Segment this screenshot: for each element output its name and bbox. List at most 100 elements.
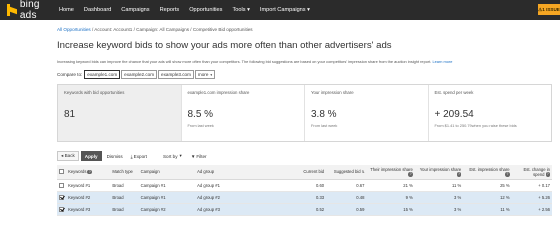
table-row[interactable]: Keyword #1 Broad Campaign #1 Ad group #1… bbox=[57, 179, 552, 192]
cell-current-bid: 0.60 bbox=[295, 179, 327, 192]
metric-keywords-opportunities[interactable]: Keywords with bid opportunities 81 bbox=[58, 85, 181, 141]
compare-more-dropdown[interactable]: more ▾ bbox=[194, 70, 216, 79]
row-checkbox[interactable] bbox=[59, 182, 64, 188]
cell-ad-group[interactable]: Ad group #3 bbox=[195, 203, 296, 216]
row-checkbox[interactable] bbox=[59, 206, 64, 212]
cell-keyword[interactable]: Keyword #3 bbox=[66, 203, 111, 216]
cell-current-bid: 0.33 bbox=[295, 191, 327, 204]
nav-opportunities[interactable]: Opportunities bbox=[189, 7, 222, 13]
row-select-cell[interactable] bbox=[57, 191, 67, 204]
col-ad-group[interactable]: Ad group bbox=[195, 165, 296, 180]
table-row[interactable]: Keyword #3 Broad Campaign #2 Ad group #3… bbox=[57, 203, 552, 216]
compare-example1[interactable]: example1.com bbox=[84, 70, 121, 79]
col-your-impression-share[interactable]: Your impression share? bbox=[414, 165, 464, 180]
col-ad-group-label: Ad group bbox=[197, 169, 215, 175]
cell-suggested-bid[interactable]: 0.67 bbox=[326, 179, 367, 192]
nav-campaigns[interactable]: Campaigns bbox=[121, 7, 149, 13]
table-header-row: Keywords? Match type Campaign Ad group C… bbox=[57, 165, 552, 180]
cell-ad-group[interactable]: Ad group #1 bbox=[195, 179, 296, 192]
cell-keyword[interactable]: Keyword #2 bbox=[66, 191, 111, 204]
help-icon[interactable]: ? bbox=[456, 172, 462, 177]
metric-label: Est. spend per week bbox=[434, 90, 474, 95]
compare-example2[interactable]: example2.com bbox=[121, 70, 158, 79]
sort-by-dropdown[interactable]: Sort by ▾ bbox=[160, 151, 186, 161]
dismiss-button[interactable]: Dismiss bbox=[104, 151, 126, 161]
col-est-change-spend[interactable]: Est. change in spend? bbox=[511, 165, 552, 180]
nav-import-campaigns[interactable]: Import Campaigns ▾ bbox=[260, 7, 310, 13]
cell-suggested-bid[interactable]: 0.59 bbox=[326, 203, 367, 216]
breadcrumb: All Opportunities / Account: Account1 / … bbox=[57, 27, 253, 32]
select-all-checkbox[interactable] bbox=[59, 169, 64, 175]
col-campaign-label: Campaign bbox=[140, 169, 160, 175]
compare-example3[interactable]: example3.com bbox=[158, 70, 194, 79]
col-est-impression-share[interactable]: Est. impression share? bbox=[463, 165, 512, 180]
back-button[interactable]: ◂ Back bbox=[57, 151, 79, 161]
help-icon[interactable]: ? bbox=[505, 172, 510, 177]
cell-campaign[interactable]: Campaign #2 bbox=[138, 203, 196, 216]
col-est-is-label: Est. impression share bbox=[469, 166, 510, 172]
cell-est-change: + 0.17 bbox=[511, 179, 552, 192]
metric-competitor-impression-share[interactable]: example1.com impression share 8.5 % From… bbox=[180, 85, 305, 141]
breadcrumb-all-opportunities[interactable]: All Opportunities bbox=[57, 27, 91, 32]
metric-your-impression-share[interactable]: Your impression share 3.8 % From last we… bbox=[304, 85, 428, 141]
metric-sub: From last week bbox=[187, 123, 214, 128]
row-select-cell[interactable] bbox=[57, 179, 67, 192]
cell-campaign[interactable]: Campaign #1 bbox=[138, 179, 196, 192]
nav-tools[interactable]: Tools ▾ bbox=[232, 7, 249, 13]
metric-label: Keywords with bid opportunities bbox=[64, 90, 125, 95]
nav-dashboard[interactable]: Dashboard bbox=[84, 7, 111, 13]
help-icon[interactable]: ? bbox=[87, 169, 92, 175]
alert-badge[interactable]: ⚠1 ISSUE bbox=[538, 4, 560, 15]
export-label: Export bbox=[133, 153, 147, 159]
row-select-cell[interactable] bbox=[57, 203, 67, 216]
cell-their-is: 9 % bbox=[366, 191, 415, 204]
nav-reports[interactable]: Reports bbox=[160, 7, 180, 13]
breadcrumb-path: / Account: Account1 / Campaign: All Camp… bbox=[90, 27, 253, 32]
sort-icon: ⇅ bbox=[361, 170, 365, 175]
grid-toolbar: ◂ Back Apply Dismiss ⤓ Export Sort by ▾ … bbox=[57, 151, 212, 161]
cell-their-is: 21 % bbox=[366, 179, 415, 192]
apply-button[interactable]: Apply bbox=[80, 151, 102, 161]
description-text: Increasing keyword bids can improve the … bbox=[57, 59, 432, 64]
cell-your-is: 3 % bbox=[414, 191, 464, 204]
metric-sub: From $1.41 to 250.79when you raise these… bbox=[434, 123, 517, 128]
col-campaign[interactable]: Campaign bbox=[138, 165, 196, 180]
bing-ads-logo[interactable]: bing ads bbox=[7, 0, 59, 21]
metric-value: + 209.54 bbox=[434, 109, 474, 120]
col-suggested-bid-label: Suggested bid bbox=[333, 169, 361, 175]
export-button[interactable]: ⤓ Export bbox=[128, 151, 150, 161]
learn-more-link[interactable]: Learn more bbox=[432, 59, 452, 64]
col-match-type[interactable]: Match type bbox=[110, 165, 139, 180]
cell-suggested-bid[interactable]: 0.48 bbox=[326, 191, 367, 204]
cell-your-is: 3 % bbox=[414, 203, 464, 216]
filter-button[interactable]: ▼ Filter bbox=[188, 151, 210, 161]
page-title: Increase keyword bids to show your ads m… bbox=[57, 40, 392, 51]
compare-row: Compare to: example1.com example2.com ex… bbox=[57, 70, 216, 79]
cell-est-is: 11 % bbox=[463, 203, 512, 216]
col-keywords[interactable]: Keywords? bbox=[66, 165, 111, 180]
download-icon: ⤓ bbox=[130, 153, 133, 159]
select-all-cell[interactable] bbox=[57, 165, 67, 180]
nav-home[interactable]: Home bbox=[59, 7, 74, 13]
cell-keyword[interactable]: Keyword #1 bbox=[66, 179, 111, 192]
help-icon[interactable]: ? bbox=[545, 172, 550, 177]
row-checkbox[interactable] bbox=[59, 194, 64, 200]
metric-est-spend[interactable]: Est. spend per week + 209.54 From $1.41 … bbox=[427, 85, 552, 141]
col-your-is-label: Your impression share bbox=[419, 166, 462, 172]
col-keywords-label: Keywords bbox=[68, 169, 87, 175]
cell-est-is: 25 % bbox=[463, 179, 512, 192]
cell-campaign[interactable]: Campaign #1 bbox=[138, 191, 196, 204]
col-their-impression-share[interactable]: Their impression share? bbox=[366, 165, 415, 180]
bing-logo-icon bbox=[7, 4, 17, 16]
col-their-is-label: Their impression share bbox=[370, 166, 413, 172]
cell-match-type: Broad bbox=[110, 203, 139, 216]
metrics-panel: Keywords with bid opportunities 81 examp… bbox=[57, 84, 552, 142]
table-row[interactable]: Keyword #2 Broad Campaign #1 Ad group #2… bbox=[57, 191, 552, 204]
cell-ad-group[interactable]: Ad group #2 bbox=[195, 191, 296, 204]
metric-value: 3.8 % bbox=[311, 109, 337, 120]
compare-label: Compare to: bbox=[57, 72, 83, 77]
metric-label: example1.com impression share bbox=[187, 90, 250, 95]
help-icon[interactable]: ? bbox=[408, 172, 413, 177]
col-suggested-bid[interactable]: Suggested bid⇅ bbox=[326, 165, 367, 180]
col-current-bid[interactable]: Current bid bbox=[295, 165, 327, 180]
